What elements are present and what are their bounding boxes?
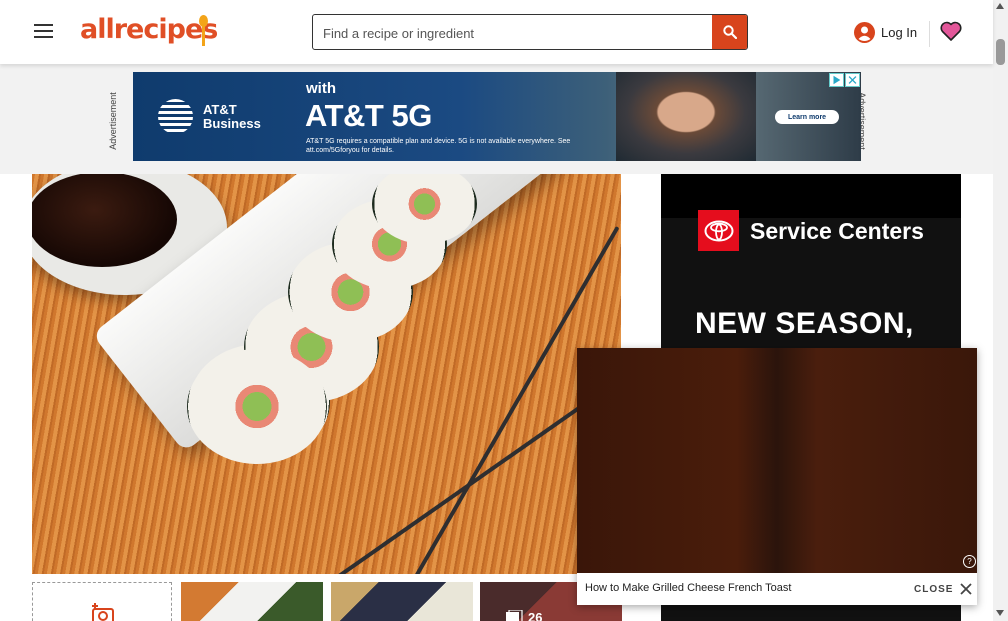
recipe-hero-photo[interactable] — [32, 174, 621, 574]
page-scrollbar[interactable] — [993, 0, 1008, 621]
site-logo[interactable]: allrecipes — [80, 14, 218, 45]
video-close-label: CLOSE — [914, 583, 954, 595]
header-divider — [929, 21, 930, 47]
att-headline: AT&T 5G — [305, 98, 432, 133]
add-photo-icon — [92, 603, 114, 621]
login-button[interactable]: Log In — [854, 21, 917, 43]
chopstick — [279, 374, 621, 574]
scroll-down-arrow[interactable] — [996, 610, 1004, 616]
search-box — [312, 14, 748, 51]
video-player: ? How to Make Grilled Cheese French Toas… — [577, 348, 977, 605]
toyota-ad-tagline: NEW SEASON, — [695, 307, 914, 340]
soy-sauce — [32, 174, 177, 267]
scroll-thumb[interactable] — [996, 39, 1005, 65]
search-input[interactable] — [321, 15, 715, 51]
ad-label-left: Advertisement — [107, 92, 118, 150]
att-model-photo — [616, 72, 756, 161]
ad-close-icon[interactable] — [845, 73, 860, 87]
att-brand: AT&T Business — [203, 103, 261, 131]
scroll-up-arrow[interactable] — [996, 3, 1004, 9]
att-brand-line1: AT&T — [203, 102, 237, 117]
att-brand-line2: Business — [203, 116, 261, 131]
site-header: allrecipes Log In — [0, 0, 993, 64]
video-title: How to Make Grilled Cheese French Toast — [585, 582, 792, 594]
att-fine-print: AT&T 5G requires a compatible plan and d… — [306, 138, 571, 154]
heart-icon[interactable] — [940, 20, 962, 42]
close-icon — [960, 583, 973, 595]
user-icon — [854, 21, 875, 43]
login-label: Log In — [881, 24, 918, 40]
sushi-roll — [187, 349, 327, 464]
help-icon[interactable]: ? — [963, 555, 976, 568]
adchoices-icon[interactable] — [829, 73, 844, 87]
video-screen[interactable] — [577, 348, 977, 573]
att-banner-ad[interactable]: AT&T Business with AT&T 5G AT&T 5G requi… — [133, 72, 861, 161]
att-learn-more-button[interactable]: Learn more — [775, 110, 839, 124]
gallery-thumbnail[interactable] — [181, 582, 323, 621]
gallery-thumbnail[interactable] — [331, 582, 473, 621]
video-close-button[interactable]: CLOSE — [914, 581, 974, 597]
spoon-icon — [199, 15, 208, 46]
att-with: with — [306, 80, 336, 97]
search-button[interactable] — [712, 15, 747, 49]
toyota-logo-icon — [698, 210, 739, 251]
photo-count: 26 — [528, 610, 543, 621]
search-icon — [722, 25, 737, 39]
add-photo-button[interactable] — [32, 582, 172, 621]
att-globe-icon — [158, 99, 193, 134]
menu-icon[interactable] — [34, 24, 54, 40]
toyota-ad-title: Service Centers — [750, 218, 924, 244]
photos-icon — [506, 610, 523, 621]
page: allrecipes Log In — [0, 0, 1008, 621]
